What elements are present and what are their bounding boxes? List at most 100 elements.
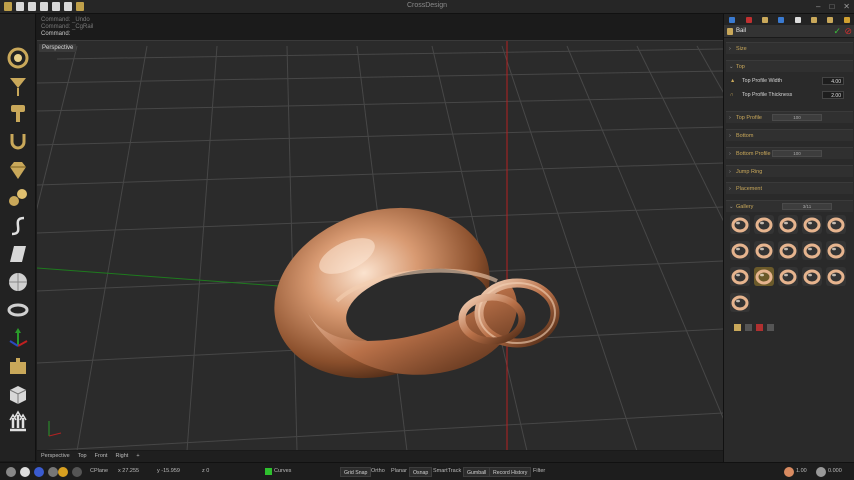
display-tab-icon[interactable] [778,16,785,23]
gallery-thumbnail[interactable] [826,215,846,234]
surface-tool-icon[interactable] [6,242,30,266]
panel-tabs [724,14,854,25]
copy-icon[interactable] [745,324,752,331]
gold-material-icon[interactable] [58,467,68,477]
ring-shank-tool-icon[interactable] [6,130,30,154]
plugin-tool-icon[interactable] [6,354,30,378]
bail-tool-icon[interactable] [6,102,30,126]
command-history-line: Command: _CgRail [41,24,94,30]
planar-toggle[interactable]: Planar [391,468,407,474]
gumball-tool-icon[interactable] [6,326,30,350]
section-top-label: Top [736,64,745,70]
section-top[interactable]: ⌄ Top [726,60,853,72]
properties-tab-icon[interactable] [729,16,736,23]
settings-icon[interactable] [6,467,16,477]
help-tab-icon[interactable] [843,16,850,23]
tab-perspective[interactable]: Perspective [41,451,70,462]
title-bar: CrossDesign – □ ✕ [0,0,854,14]
add-icon[interactable] [734,324,741,331]
param-label: Top Profile Width [742,78,783,84]
render-icon[interactable] [48,467,58,477]
tab-right[interactable]: Right [115,451,128,462]
gallery-thumbnail[interactable] [778,267,798,286]
command-area[interactable]: Command: _Undo Command: _CgRail Command: [37,14,723,40]
scene-canvas[interactable] [37,41,723,450]
gallery-thumbnail[interactable] [802,215,822,234]
section-bottom[interactable]: › Bottom [726,129,853,141]
app-title: CrossDesign [406,2,448,9]
layers-tab-icon[interactable] [745,16,752,23]
section-bottom-profile[interactable]: › Bottom Profile 100 [726,147,853,159]
top-profile-width-input[interactable]: 4.00 [822,77,844,85]
grid-snap-toggle[interactable]: Grid Snap [340,467,372,477]
gallery-thumbnail[interactable] [730,293,750,312]
material-icon[interactable] [34,467,44,477]
tools-tab-icon[interactable] [811,16,818,23]
section-placement[interactable]: › Placement [726,182,853,194]
close-icon[interactable]: ✕ [843,2,850,11]
display-icon[interactable] [20,467,30,477]
gallery-thumbnail[interactable] [754,215,774,234]
curve-tool-icon[interactable] [6,214,30,238]
add-view-tab-button[interactable]: + [136,451,139,462]
gem-ring-tool-icon[interactable] [6,46,30,70]
top-profile-thickness-input[interactable]: 2.00 [822,91,844,99]
ring-size-icon[interactable] [784,467,794,477]
solid-tool-icon[interactable] [6,270,30,294]
materials-tab-icon[interactable] [761,16,768,23]
gallery-thumbnail[interactable] [778,215,798,234]
section-size[interactable]: › Size [726,42,853,54]
section-gallery[interactable]: ⌄ Gallery 3/11 [726,200,853,212]
top-profile-selector[interactable]: 100 [772,114,822,121]
section-bottom-label: Bottom [736,133,754,139]
bottom-profile-selector[interactable]: 100 [772,150,822,157]
command-prompt[interactable]: Command: [41,31,719,38]
gallery-thumbnail[interactable] [730,215,750,234]
perspective-viewport[interactable]: Perspective [37,40,723,450]
gallery-thumbnail[interactable] [778,241,798,260]
edit-icon[interactable] [767,324,774,331]
record-history-toggle[interactable]: Record History [489,467,532,477]
render-tab-icon[interactable] [827,16,834,23]
param-label: Top Profile Thickness [742,92,793,98]
cplane-label[interactable]: CPlane [90,468,108,474]
viewport-label[interactable]: Perspective [39,44,77,52]
tab-top[interactable]: Top [78,451,87,462]
viewport-mode-icon[interactable] [72,467,82,477]
gallery-thumbnail[interactable] [754,241,774,260]
ortho-toggle[interactable]: Ortho [371,468,385,474]
diamond-tool-icon[interactable] [6,158,30,182]
layer-color-swatch [265,468,272,475]
gallery-selector[interactable]: 3/11 [782,203,832,210]
current-layer[interactable]: Curves [274,468,291,474]
gallery-thumbnail[interactable] [730,267,750,286]
gallery-thumbnail[interactable] [802,267,822,286]
smarttrack-toggle[interactable]: SmartTrack [433,468,461,474]
gumball-toggle[interactable]: Gumball [463,467,491,477]
gallery-thumbnail[interactable] [730,241,750,260]
filter-toggle[interactable]: Filter [533,468,545,474]
chain-tool-icon[interactable] [6,298,30,322]
view-tabs: Perspective Top Front Right + [37,451,723,462]
render-tool-icon[interactable] [6,382,30,406]
minimize-icon[interactable]: – [816,2,820,11]
pendant-tool-icon[interactable] [6,74,30,98]
z-coordinate: z 0 [202,468,210,474]
gallery-thumbnail[interactable] [826,267,846,286]
section-placement-label: Placement [736,186,762,192]
gallery-thumbnail[interactable] [802,241,822,260]
confirm-icon[interactable]: ✓ [833,26,841,37]
panel-title: Bail [736,28,747,34]
library-tab-icon[interactable] [794,16,801,23]
tab-front[interactable]: Front [95,451,108,462]
gallery-thumbnail[interactable] [826,241,846,260]
section-top-profile[interactable]: › Top Profile 100 [726,111,853,123]
osnap-toggle[interactable]: Osnap [409,467,433,477]
delete-icon[interactable] [756,324,763,331]
maximize-icon[interactable]: □ [829,2,834,11]
gallery-thumbnail[interactable] [754,267,774,286]
bead-tool-icon[interactable] [6,186,30,210]
export-stl-tool-icon[interactable] [6,410,30,434]
section-jump-ring[interactable]: › Jump Ring [726,165,853,177]
cancel-icon[interactable]: ⊘ [844,26,852,37]
